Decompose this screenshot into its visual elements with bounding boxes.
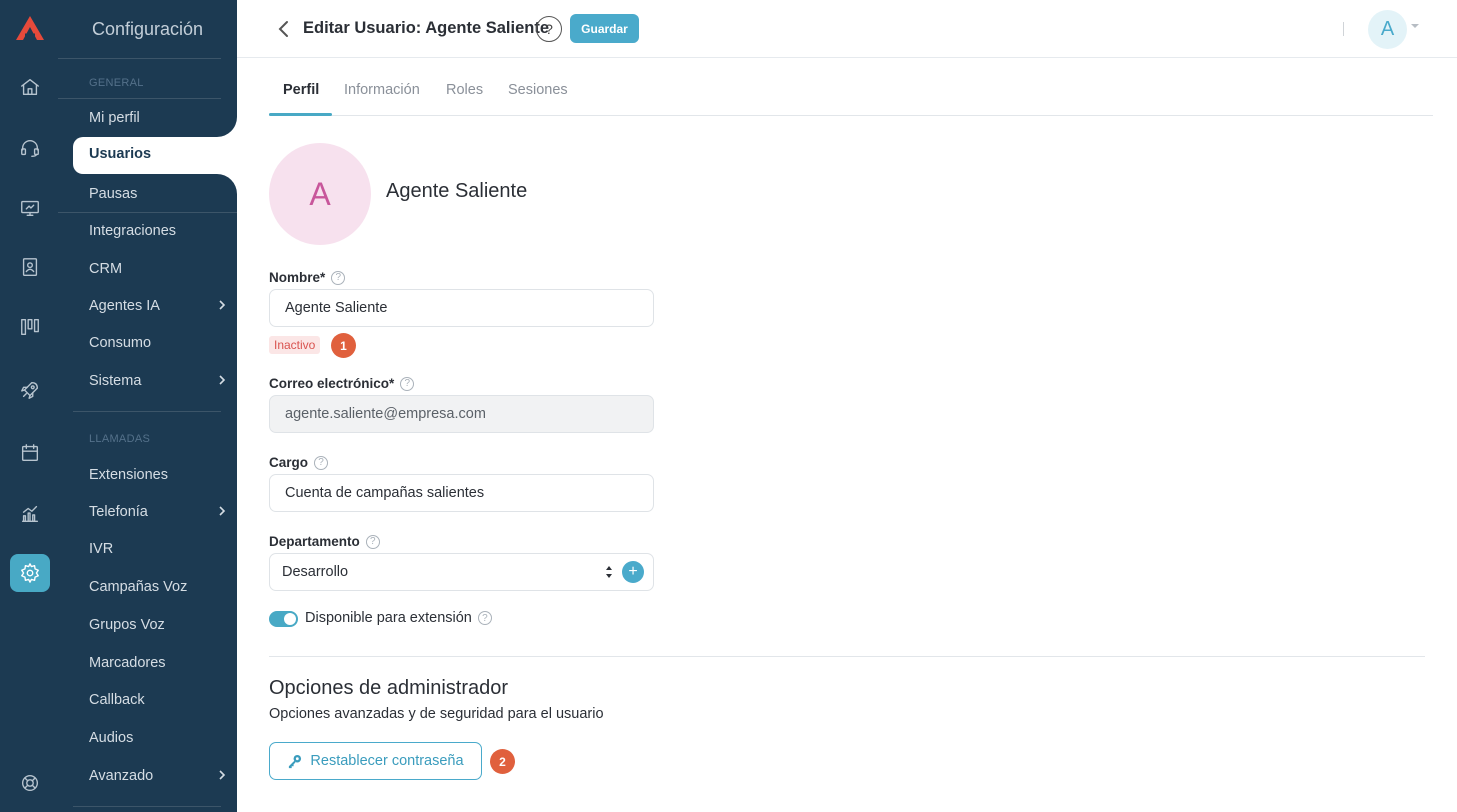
chevron-right-icon [215, 768, 229, 782]
sidebar-item-grupos-voz[interactable]: Grupos Voz [89, 613, 229, 637]
nombre-label: Nombre* ? [269, 270, 346, 285]
icon-rail [0, 0, 58, 812]
active-item-curve [217, 117, 237, 137]
contacts-book-icon[interactable] [10, 248, 50, 286]
page-title: Editar Usuario: Agente Saliente [303, 19, 550, 37]
tab-informacion[interactable]: Información [344, 82, 420, 98]
sidebar-divider [73, 411, 221, 412]
sidebar-item-agentes-ia[interactable]: Agentes IA [89, 294, 229, 318]
save-button[interactable]: Guardar [570, 14, 639, 43]
sidebar-item-consumo[interactable]: Consumo [89, 331, 229, 355]
app-logo[interactable] [14, 14, 46, 42]
sidebar-divider [58, 98, 221, 99]
sidebar-title: Configuración [92, 19, 204, 39]
gear-icon[interactable] [10, 554, 50, 592]
select-arrows-icon [606, 566, 612, 578]
active-tab-indicator [269, 113, 332, 116]
tab-roles[interactable]: Roles [446, 82, 483, 98]
help-icon[interactable]: ? [331, 270, 346, 285]
help-icon[interactable]: ? [400, 376, 415, 391]
section-divider [269, 656, 1425, 657]
cargo-label: Cargo ? [269, 455, 329, 470]
sidebar-divider [58, 212, 237, 213]
user-avatar[interactable]: A [1368, 10, 1407, 49]
caret-down-icon[interactable] [1410, 22, 1420, 30]
calendar-icon[interactable] [10, 434, 50, 472]
kanban-icon[interactable] [10, 308, 50, 346]
sidebar-item-callback[interactable]: Callback [89, 688, 229, 712]
sidebar-item-telefonia[interactable]: Telefonía [89, 500, 229, 524]
departamento-label: Departamento ? [269, 534, 380, 549]
cargo-field[interactable]: Cuenta de campañas salientes [269, 474, 654, 512]
sidebar-item-usuarios-label[interactable]: Usuarios [89, 146, 151, 162]
sidebar-item-avanzado[interactable]: Avanzado [89, 764, 229, 788]
chevron-right-icon [215, 298, 229, 312]
sidebar-section-llamadas: LLAMADAS [89, 433, 151, 445]
rocket-icon[interactable] [10, 371, 50, 409]
help-icon[interactable]: ? [314, 455, 329, 470]
help-button[interactable]: ? [536, 16, 562, 42]
analytics-icon[interactable] [10, 495, 50, 533]
profile-tabs: Perfil Información Roles Sesiones [269, 80, 1433, 116]
email-field[interactable]: agente.saliente@empresa.com [269, 395, 654, 433]
sidebar-item-audios[interactable]: Audios [89, 726, 229, 750]
help-icon[interactable]: ? [365, 534, 380, 549]
status-badge: Inactivo [269, 336, 321, 354]
sidebar-item-mi-perfil[interactable]: Mi perfil [89, 106, 229, 130]
extension-toggle[interactable] [269, 611, 298, 627]
extension-toggle-label: Disponible para extensión ? [305, 610, 492, 626]
annotation-marker-1: 1 [331, 333, 356, 358]
header-divider [1343, 22, 1344, 36]
settings-sidebar: Configuración GENERAL Mi perfil Usuarios… [58, 0, 237, 812]
home-icon[interactable] [10, 68, 50, 106]
sidebar-item-marcadores[interactable]: Marcadores [89, 651, 229, 675]
sidebar-item-integraciones[interactable]: Integraciones [89, 219, 229, 243]
help-icon[interactable]: ? [477, 611, 492, 625]
top-header: Editar Usuario: Agente Saliente ? Guarda… [237, 0, 1457, 58]
chevron-right-icon [215, 373, 229, 387]
back-arrow-icon[interactable] [275, 18, 295, 40]
nombre-field[interactable]: Agente Saliente [269, 289, 654, 327]
tab-sesiones[interactable]: Sesiones [508, 82, 568, 98]
tab-perfil[interactable]: Perfil [283, 82, 319, 98]
annotation-marker-2: 2 [490, 749, 515, 774]
key-icon [289, 754, 302, 768]
profile-avatar[interactable]: A [269, 143, 371, 245]
sidebar-divider [73, 806, 221, 807]
headset-icon[interactable] [10, 129, 50, 167]
sidebar-section-general: GENERAL [89, 77, 144, 89]
sidebar-item-pausas[interactable]: Pausas [89, 182, 229, 206]
chevron-right-icon [215, 504, 229, 518]
monitor-icon[interactable] [10, 189, 50, 227]
departamento-select[interactable]: Desarrollo + [269, 553, 654, 591]
email-label: Correo electrónico* ? [269, 376, 415, 391]
sidebar-item-campanas-voz[interactable]: Campañas Voz [89, 575, 229, 599]
sidebar-divider [58, 58, 221, 59]
sidebar-item-crm[interactable]: CRM [89, 257, 229, 281]
sidebar-item-sistema[interactable]: Sistema [89, 369, 229, 393]
sidebar-item-extensiones[interactable]: Extensiones [89, 463, 229, 487]
lifebuoy-icon[interactable] [10, 764, 50, 802]
admin-section-subtitle: Opciones avanzadas y de seguridad para e… [269, 706, 604, 722]
profile-name: Agente Saliente [386, 180, 528, 202]
reset-password-button[interactable]: Restablecer contraseña [269, 742, 482, 780]
sidebar-item-ivr[interactable]: IVR [89, 537, 229, 561]
admin-section-title: Opciones de administrador [269, 677, 509, 699]
add-department-button[interactable]: + [622, 561, 644, 583]
